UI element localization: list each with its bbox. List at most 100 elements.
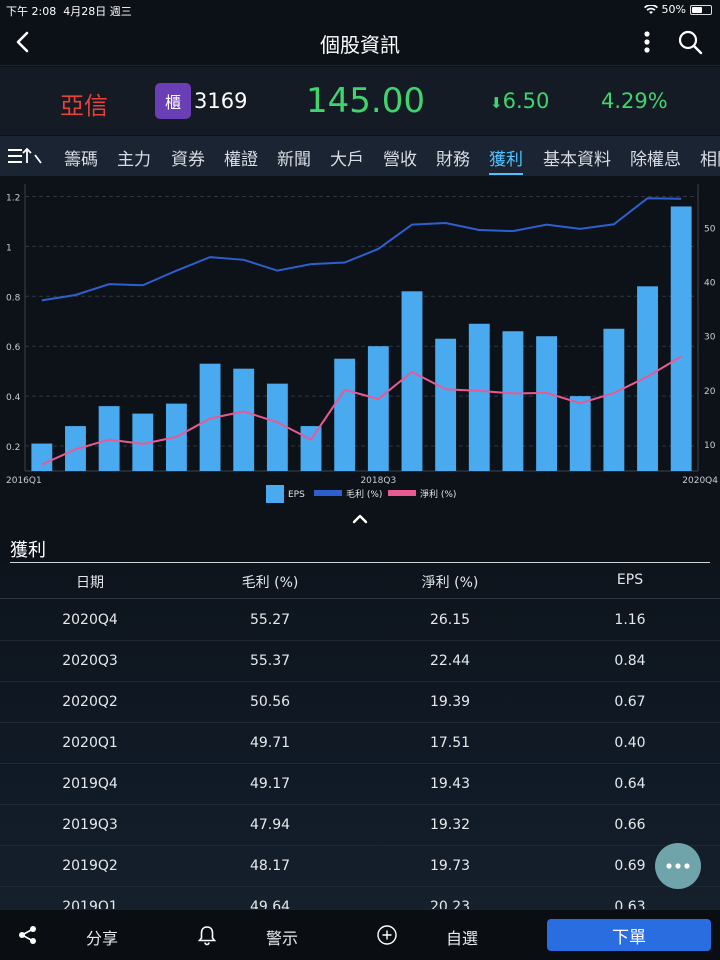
section-title: 獲利 xyxy=(10,540,46,561)
watchlist-button[interactable]: 自選 xyxy=(446,925,478,949)
tab-bar: 籌碼主力資券權證新聞大戶營收財務獲利基本資料除權息相關 xyxy=(0,136,720,176)
tab-1[interactable]: 主力 xyxy=(117,145,151,170)
tab-0[interactable]: 籌碼 xyxy=(64,145,98,170)
cell-date: 2019Q4 xyxy=(62,776,118,792)
cell-date: 2020Q2 xyxy=(62,694,118,710)
eps-bar xyxy=(367,346,389,471)
gross-margin-line xyxy=(41,197,682,302)
header-eps: EPS xyxy=(616,572,644,588)
table-row[interactable]: 2020Q4 55.27 26.15 1.16 xyxy=(0,600,720,641)
eps-bar xyxy=(435,338,457,471)
stock-price: 145.00 xyxy=(306,81,425,121)
cell-net-margin: 22.44 xyxy=(429,653,471,669)
share-button[interactable]: 分享 xyxy=(86,925,118,949)
cell-gross-margin: 49.17 xyxy=(249,776,291,792)
header-net-margin: 淨利 (%) xyxy=(421,575,479,591)
tab-menu-icon[interactable] xyxy=(6,145,46,167)
eps-bar xyxy=(569,396,591,471)
wifi-icon xyxy=(643,4,658,14)
legend-label: EPS xyxy=(288,490,305,500)
right-tick-label: 30 xyxy=(704,333,716,343)
alert-button[interactable]: 警示 xyxy=(266,925,298,949)
eps-bar xyxy=(98,406,120,471)
tab-4[interactable]: 新聞 xyxy=(277,145,311,170)
cell-eps: 0.40 xyxy=(614,735,646,751)
tab-5[interactable]: 大戶 xyxy=(330,145,364,170)
header-date: 日期 xyxy=(76,575,104,591)
x-tick-label: 2020Q4 xyxy=(682,476,718,486)
table-row[interactable]: 2020Q3 55.37 22.44 0.84 xyxy=(0,641,720,682)
cell-net-margin: 26.15 xyxy=(429,612,471,628)
cell-date: 2019Q3 xyxy=(62,817,118,833)
cell-eps: 0.64 xyxy=(614,776,646,792)
nav-bar: 個股資訊 xyxy=(0,20,720,66)
right-tick-label: 40 xyxy=(704,278,716,288)
more-horizontal-icon xyxy=(666,863,690,869)
left-tick-label: 0.4 xyxy=(6,393,21,403)
share-icon[interactable] xyxy=(17,924,39,946)
add-circle-icon[interactable] xyxy=(376,924,398,946)
tab-6[interactable]: 營收 xyxy=(383,145,417,170)
order-button[interactable]: 下單 xyxy=(547,919,711,951)
chevron-up-icon[interactable] xyxy=(346,508,374,530)
status-right: 50% xyxy=(643,3,712,16)
right-tick-label: 10 xyxy=(704,441,716,451)
bell-icon[interactable] xyxy=(196,924,218,946)
more-vertical-icon[interactable] xyxy=(634,26,660,58)
price-change: ⬇6.50 xyxy=(490,89,549,113)
cell-eps: 0.84 xyxy=(614,653,646,669)
profit-chart-svg: 0.2 0.4 0.6 0.8 1 1.2 10 20 30 40 50 2016Q1 2018Q3 20… xyxy=(6,184,718,503)
quote-bar: 亞信 櫃 3169 145.00 ⬇6.50 4.29% xyxy=(0,67,720,135)
cell-date: 2019Q2 xyxy=(62,858,118,874)
price-change-value: 6.50 xyxy=(502,89,550,113)
cell-date: 2020Q3 xyxy=(62,653,118,669)
cell-gross-margin: 47.94 xyxy=(249,817,291,833)
eps-bar xyxy=(233,368,255,471)
active-tab-underline xyxy=(489,173,523,175)
cell-eps: 0.67 xyxy=(614,694,646,710)
table-row[interactable]: 2019Q3 47.94 19.32 0.66 xyxy=(0,805,720,846)
right-tick-label: 20 xyxy=(704,387,716,397)
eps-bar xyxy=(670,206,692,471)
tab-8[interactable]: 獲利 xyxy=(489,145,523,170)
eps-bar xyxy=(502,331,524,471)
cell-gross-margin: 48.17 xyxy=(249,858,291,874)
search-icon[interactable] xyxy=(674,26,706,58)
cell-gross-margin: 50.56 xyxy=(249,694,291,710)
tab-10[interactable]: 除權息 xyxy=(630,145,681,170)
eps-bar xyxy=(468,323,490,471)
header-gross-margin: 毛利 (%) xyxy=(241,575,299,591)
left-tick-label: 1.2 xyxy=(6,193,20,203)
eps-bar xyxy=(401,291,423,471)
tab-11[interactable]: 相關 xyxy=(700,145,720,170)
tab-2[interactable]: 資券 xyxy=(171,145,205,170)
legend-label: 淨利 (%) xyxy=(420,488,456,500)
stock-code: 3169 xyxy=(194,89,248,113)
table-header: 日期 毛利 (%) 淨利 (%) EPS xyxy=(0,563,720,599)
status-time: 下午 2:08 4月28日 週三 xyxy=(6,3,132,19)
table-row[interactable]: 2020Q1 49.71 17.51 0.40 xyxy=(0,723,720,764)
x-tick-label: 2016Q1 xyxy=(6,476,42,486)
tab-3[interactable]: 權證 xyxy=(224,145,258,170)
x-tick-label: 2018Q3 xyxy=(360,476,396,486)
eps-bar xyxy=(603,328,625,471)
cell-gross-margin: 55.27 xyxy=(249,612,291,628)
status-bar: 下午 2:08 4月28日 週三 50% xyxy=(0,0,720,20)
status-time-text: 下午 2:08 xyxy=(6,5,57,18)
tab-9[interactable]: 基本資料 xyxy=(543,145,611,170)
status-date: 4月28日 週三 xyxy=(63,5,132,18)
cell-net-margin: 19.43 xyxy=(429,776,471,792)
page-title: 個股資訊 xyxy=(320,33,400,57)
table-row[interactable]: 2019Q2 48.17 19.73 0.69 xyxy=(0,846,720,887)
table-row[interactable]: 2020Q2 50.56 19.39 0.67 xyxy=(0,682,720,723)
table-row[interactable]: 2019Q4 49.17 19.43 0.64 xyxy=(0,764,720,805)
legend-swatch-line xyxy=(314,490,342,496)
tab-7[interactable]: 財務 xyxy=(436,145,470,170)
eps-bar xyxy=(31,443,53,471)
more-actions-button[interactable] xyxy=(655,843,701,889)
cell-gross-margin: 49.71 xyxy=(249,735,291,751)
eps-bar xyxy=(266,383,288,471)
cell-net-margin: 17.51 xyxy=(429,735,471,751)
bottom-toolbar: 分享 警示 自選 下單 xyxy=(0,909,720,960)
stock-name: 亞信 xyxy=(60,92,108,120)
